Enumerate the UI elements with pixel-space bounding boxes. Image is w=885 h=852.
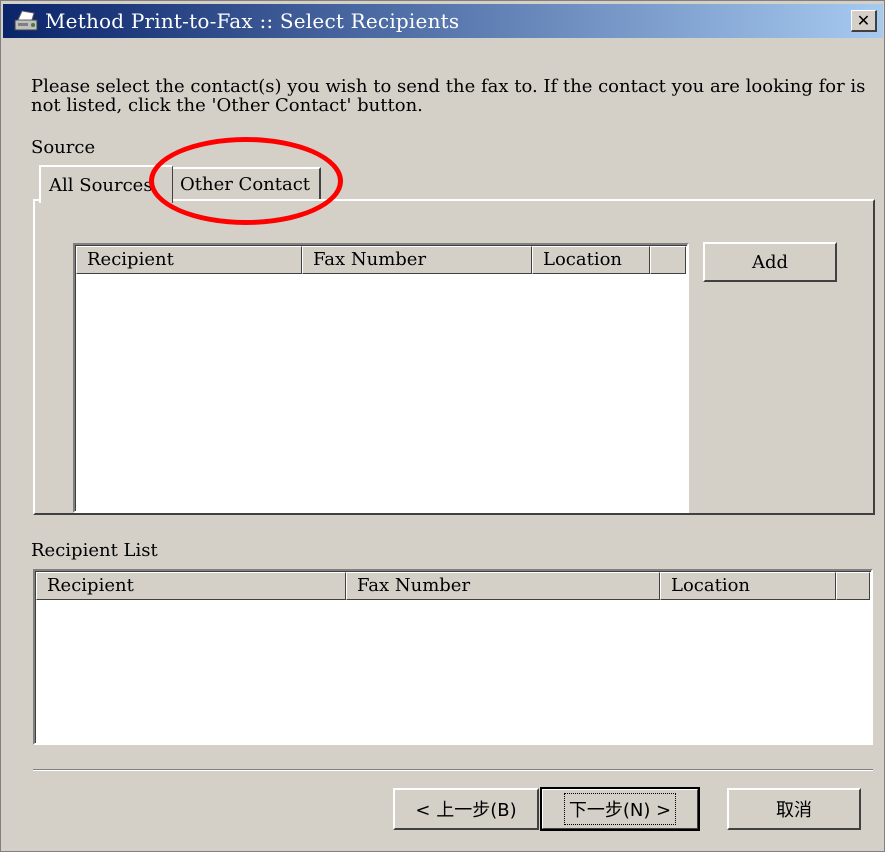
fax-printer-icon: [11, 8, 41, 34]
next-button[interactable]: 下一步(N) >: [540, 787, 700, 831]
back-button[interactable]: < 上一步(B): [393, 788, 539, 830]
column-header-recipient[interactable]: Recipient: [76, 246, 302, 274]
column-header-fax-number[interactable]: Fax Number: [346, 572, 660, 600]
source-contacts-list[interactable]: Recipient Fax Number Location: [73, 243, 689, 513]
add-button[interactable]: Add: [703, 242, 837, 282]
close-button[interactable]: ✕: [851, 10, 877, 32]
next-button-label: 下一步(N) >: [563, 793, 677, 825]
column-header-recipient[interactable]: Recipient: [36, 572, 346, 600]
window-title: Method Print-to-Fax :: Select Recipients: [45, 9, 460, 33]
title-bar[interactable]: Method Print-to-Fax :: Select Recipients…: [3, 4, 883, 38]
recipient-list[interactable]: Recipient Fax Number Location: [33, 569, 873, 745]
recipient-list-label: Recipient List: [31, 540, 158, 561]
column-header-filler: [650, 246, 686, 274]
source-list-header: Recipient Fax Number Location: [76, 246, 686, 274]
tab-all-sources[interactable]: All Sources: [39, 165, 173, 203]
dialog-window: Method Print-to-Fax :: Select Recipients…: [0, 0, 885, 852]
column-header-fax-number[interactable]: Fax Number: [302, 246, 532, 274]
column-header-location[interactable]: Location: [532, 246, 650, 274]
footer-separator: [33, 769, 873, 771]
tab-other-contact[interactable]: Other Contact: [171, 167, 321, 199]
column-header-location[interactable]: Location: [660, 572, 836, 600]
tab-all-sources-label: All Sources: [49, 174, 153, 196]
recipient-list-header: Recipient Fax Number Location: [36, 572, 870, 600]
close-icon: ✕: [856, 10, 871, 30]
source-label: Source: [31, 137, 96, 158]
cancel-button[interactable]: 取消: [727, 788, 861, 830]
tab-other-contact-label: Other Contact: [180, 173, 311, 195]
column-header-filler: [836, 572, 870, 600]
instructions-text: Please select the contact(s) you wish to…: [31, 76, 866, 116]
